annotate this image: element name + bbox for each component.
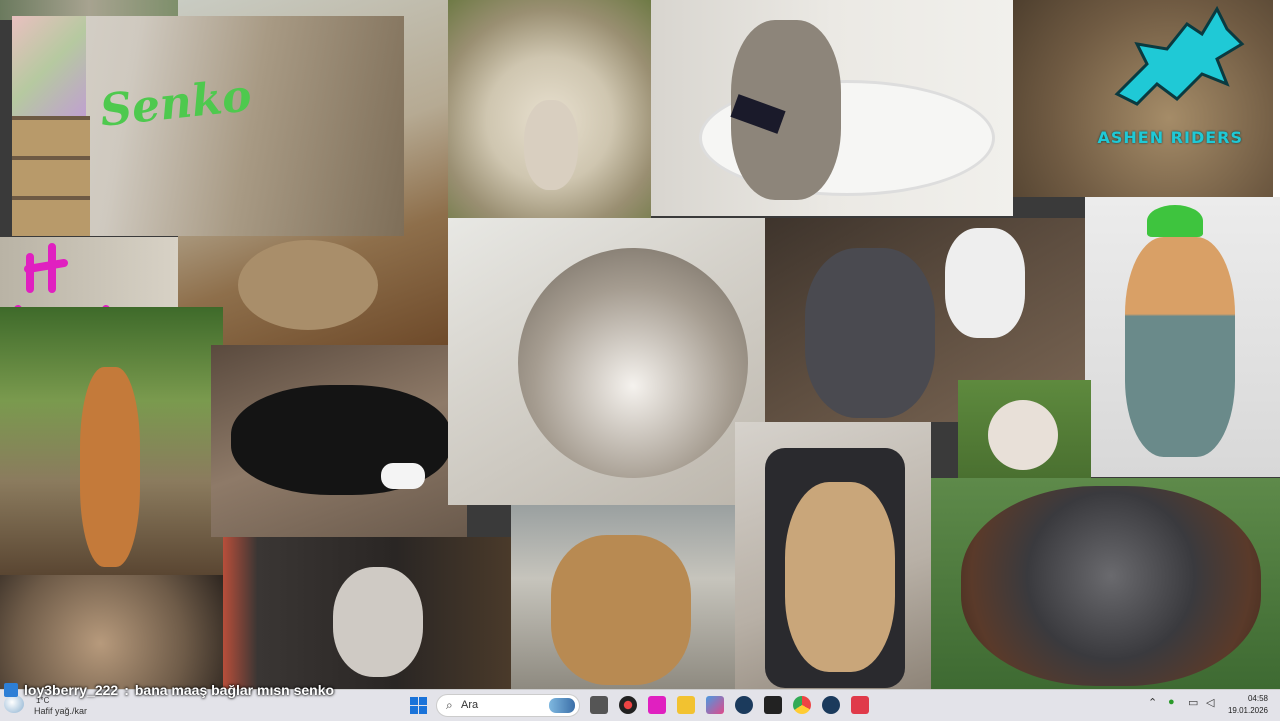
squirrel-tile xyxy=(0,307,223,575)
folder-icon[interactable] xyxy=(677,696,695,714)
cat-costume-tile xyxy=(1085,197,1280,477)
ashen-riders-tile: ASHEN RIDERS xyxy=(1013,0,1273,197)
squirrel-shape xyxy=(80,367,140,567)
tray-chevron-icon[interactable]: ⌃ xyxy=(1148,696,1157,709)
puppy-shape xyxy=(551,535,691,685)
chat-separator: : xyxy=(124,682,129,698)
gaming-cat-tile xyxy=(735,422,931,689)
green-hat-shape xyxy=(1147,205,1203,237)
gaming-cat-shape xyxy=(785,482,895,672)
clock-time: 04:58 xyxy=(1247,694,1268,703)
shelf xyxy=(12,116,90,236)
search-icon: ⌕ xyxy=(446,698,453,712)
epic-games-icon[interactable] xyxy=(764,696,782,714)
cat-body-shape xyxy=(238,240,378,330)
pitbull-shape xyxy=(805,248,935,418)
search-highlight-icon xyxy=(549,698,575,713)
cat-face-shape xyxy=(518,248,748,478)
steam-icon[interactable] xyxy=(735,696,753,714)
app-pink-icon[interactable] xyxy=(648,696,666,714)
mic-icon[interactable]: ● xyxy=(1168,696,1175,708)
chat-username: loy3berry_222 xyxy=(24,682,119,698)
monkey-tile xyxy=(0,575,223,689)
orangutan-tile xyxy=(931,478,1280,689)
bulldog-shape xyxy=(988,400,1058,470)
orangutan-shape xyxy=(961,486,1261,686)
network-icon[interactable]: ▭ xyxy=(1188,696,1198,709)
donkey-tile xyxy=(223,537,511,689)
screaming-cat-tile xyxy=(448,218,765,505)
ashen-riders-logo-icon xyxy=(1114,5,1245,106)
smiley-icon xyxy=(14,243,110,307)
graffiti-text: Senko xyxy=(97,70,254,137)
chat-text: bana maaş bağlar mısn senko xyxy=(134,682,335,698)
search-placeholder: Ara xyxy=(461,699,479,711)
wall-art xyxy=(12,16,86,116)
smiley-tile xyxy=(0,237,178,307)
system-clock[interactable]: 04:58 19.01.2026 xyxy=(1228,693,1268,717)
weather-desc: Hafif yağ./kar xyxy=(34,706,88,716)
chrome-icon[interactable] xyxy=(793,696,811,714)
clock-date: 19.01.2026 xyxy=(1227,706,1268,715)
controller-shape xyxy=(381,463,425,489)
ashen-riders-logo-text: ASHEN RIDERS xyxy=(1097,128,1243,147)
webcam-overlay: Senko xyxy=(12,16,404,236)
chrome-alt-icon[interactable] xyxy=(619,696,637,714)
donkey-shape xyxy=(333,567,423,677)
start-button[interactable] xyxy=(410,697,427,714)
chat-message: loy3berry_222 : bana maaş bağlar mısn se… xyxy=(4,680,334,700)
bulldog-bunny-tile xyxy=(958,380,1091,478)
puppy-bread-tile xyxy=(511,505,735,689)
sheep-face xyxy=(524,100,578,190)
tuxedo-cat-shape xyxy=(945,228,1025,338)
sheep-tile xyxy=(448,0,651,218)
cat-toilet-tile xyxy=(651,0,1013,216)
chat-badge-icon xyxy=(4,683,18,697)
taskview-icon[interactable] xyxy=(590,696,608,714)
vivaldi-icon[interactable] xyxy=(851,696,869,714)
volume-icon[interactable]: ◁ xyxy=(1206,696,1214,709)
right-edge-strip xyxy=(1273,0,1280,197)
search-box[interactable]: ⌕ Ara xyxy=(436,694,580,717)
dog-controller-tile xyxy=(211,345,467,537)
store-icon[interactable] xyxy=(706,696,724,714)
cat-costume-shape xyxy=(1125,237,1235,457)
steam-2-icon[interactable] xyxy=(822,696,840,714)
